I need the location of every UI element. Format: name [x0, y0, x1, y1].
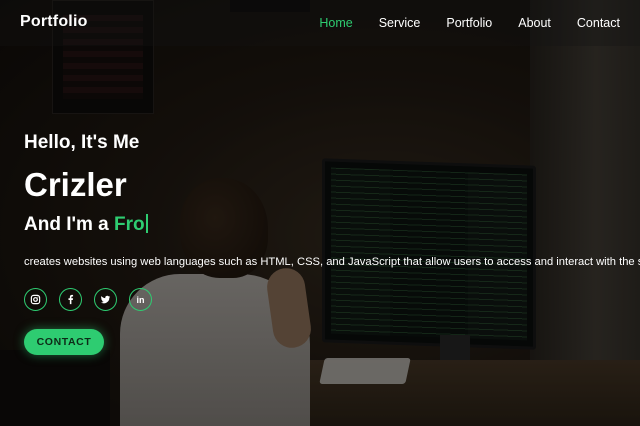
nav-about[interactable]: About: [518, 16, 551, 30]
instagram-icon[interactable]: [24, 288, 47, 311]
role-line: And I'm a Fro: [24, 214, 624, 236]
linkedin-icon[interactable]: in: [129, 288, 152, 311]
facebook-icon[interactable]: [59, 288, 82, 311]
social-links: in: [24, 288, 624, 311]
hero-section: Hello, It's Me Crizler And I'm a Fro cre…: [24, 132, 640, 355]
site-header: Portfolio Home Service Portfolio About C…: [0, 0, 640, 46]
main-nav: Home Service Portfolio About Contact: [319, 0, 640, 46]
role-typed-text: Fro: [114, 214, 145, 235]
contact-button[interactable]: CONTACT: [24, 329, 104, 355]
hero-name: Crizler: [24, 166, 127, 203]
nav-portfolio[interactable]: Portfolio: [446, 16, 492, 30]
nav-home[interactable]: Home: [319, 16, 352, 30]
nav-service[interactable]: Service: [379, 16, 421, 30]
logo[interactable]: Portfolio: [20, 13, 88, 31]
nav-contact[interactable]: Contact: [577, 16, 620, 30]
greeting-text: Hello, It's Me: [24, 132, 140, 153]
twitter-icon[interactable]: [94, 288, 117, 311]
role-prefix: And I'm a: [24, 214, 109, 235]
hero-description: creates websites using web languages suc…: [24, 256, 640, 268]
typing-caret: [145, 214, 148, 233]
